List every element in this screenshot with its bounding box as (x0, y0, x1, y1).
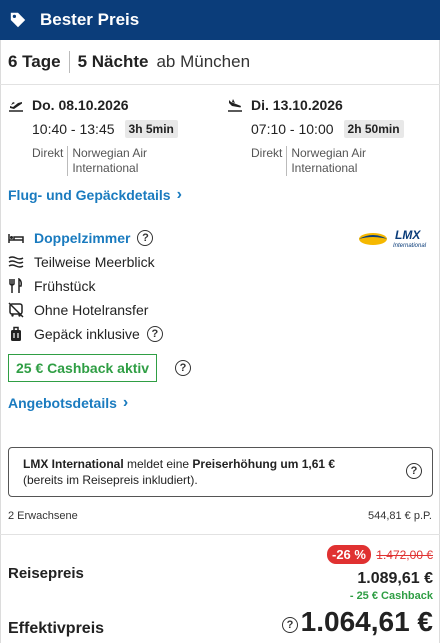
hotel-info: Doppelzimmer ? Teilweise Meerblick Frühs… (8, 226, 163, 346)
return-date: Di. 13.10.2026 (251, 97, 343, 113)
notice-highlight: Preiserhöhung um 1,61 € (192, 457, 336, 471)
cashback-badge: 25 € Cashback aktiv (8, 354, 158, 382)
old-price: 1.472,00 € (376, 548, 433, 562)
view-type: Teilweise Meerblick (34, 254, 155, 270)
header-title: Bester Preis (40, 10, 140, 29)
outbound-direct: Direkt (32, 146, 69, 176)
effective-price-label: Effektivpreis (8, 620, 105, 637)
operator-logo-subtext: International (393, 243, 427, 249)
notice-operator: LMX International (23, 457, 124, 471)
travel-price-label: Reisepreis (8, 565, 84, 582)
bed-icon (8, 234, 24, 243)
return-airline: Norwegian Air International (291, 146, 367, 175)
duration-separator (68, 51, 70, 73)
offer-details-label: Angebotsdetails (8, 395, 117, 411)
outbound-airline: Norwegian Air International (72, 146, 148, 175)
luggage-help-icon[interactable]: ? (146, 326, 163, 342)
notice-text-mid: meldet eine (123, 457, 193, 471)
notice-text-end: (bereits im Reisepreis inkludiert). (23, 473, 198, 487)
transfer-info: Ohne Hotelransfer (34, 302, 149, 318)
offer-details-link[interactable]: Angebotsdetails › (8, 394, 128, 412)
flight-luggage-details-link[interactable]: Flug- und Gepäckdetails › (8, 186, 182, 204)
cutlery-icon (9, 278, 22, 293)
board-type: Frühstück (34, 278, 96, 294)
trip-days: 6 Tage (8, 52, 61, 71)
operator-logo-text: LMX (395, 228, 421, 242)
return-flight: Di. 13.10.2026 07:10 - 10:00 2h 50min Di… (227, 97, 427, 176)
luggage-info: Gepäck inklusive (34, 326, 140, 342)
trip-nights: 5 Nächte (77, 52, 149, 71)
divider (0, 84, 440, 85)
cashback-help-icon[interactable]: ? (175, 360, 191, 376)
notice-help-icon[interactable]: ? (406, 463, 422, 479)
outbound-date: Do. 08.10.2026 (32, 97, 129, 113)
luggage-icon (11, 326, 21, 341)
chevron-right-icon: › (122, 394, 129, 411)
effective-price: 1.064,61 € (300, 606, 433, 637)
discount-badge: -26 % (327, 545, 371, 564)
price-tag-icon (10, 12, 26, 28)
price-per-person: 544,81 € p.P. (367, 510, 432, 522)
outbound-times: 10:40 - 13:45 (32, 121, 115, 137)
effective-price-help-icon[interactable]: ? (282, 617, 298, 633)
room-help-icon[interactable]: ? (137, 230, 154, 246)
price-increase-notice: LMX International meldet eine Preiserhöh… (8, 447, 433, 497)
return-duration: 2h 50min (343, 120, 404, 138)
flight-details-label: Flug- und Gepäckdetails (8, 187, 171, 203)
departure-city: ab München (156, 52, 251, 71)
plane-arrival-icon (228, 99, 242, 112)
trip-duration: 6 Tage 5 Nächte ab München (8, 51, 250, 73)
chevron-right-icon: › (176, 186, 182, 203)
return-direct: Direkt (251, 146, 288, 176)
sea-view-icon (8, 256, 24, 268)
operator-logo: LMX International (359, 228, 427, 249)
return-times: 07:10 - 10:00 (251, 121, 334, 137)
best-price-header: Bester Preis (0, 0, 440, 40)
current-price: 1.089,61 € (357, 570, 433, 587)
outbound-flight: Do. 08.10.2026 10:40 - 13:45 3h 5min Dir… (8, 97, 208, 176)
plane-departure-icon (9, 102, 23, 112)
outbound-duration: 3h 5min (124, 120, 178, 138)
cashback-deduction: - 25 € Cashback (349, 590, 433, 602)
divider (0, 534, 440, 535)
traveller-count: 2 Erwachsene (8, 510, 78, 522)
room-type-link[interactable]: Doppelzimmer (34, 230, 130, 246)
no-transfer-icon (8, 302, 24, 318)
